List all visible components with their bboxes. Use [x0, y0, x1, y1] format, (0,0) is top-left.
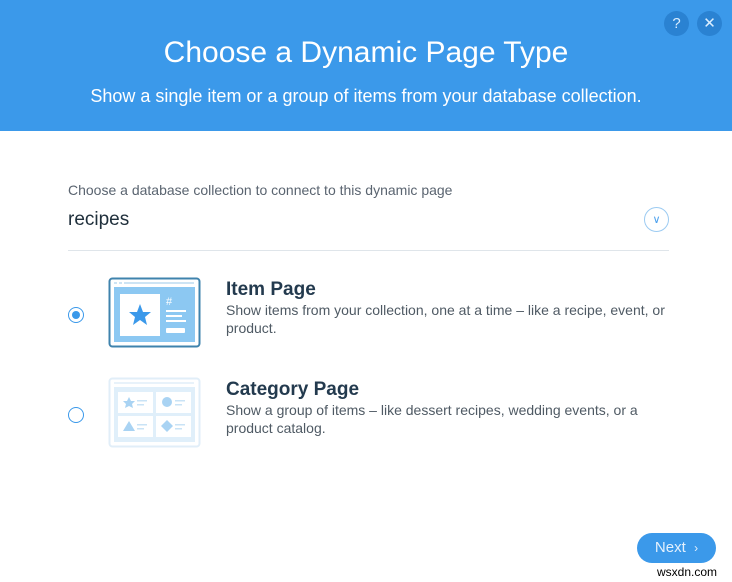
- item-page-radio[interactable]: [68, 307, 84, 323]
- collection-value: recipes: [68, 209, 130, 230]
- category-page-description: Show a group of items – like dessert rec…: [226, 402, 638, 436]
- collection-select[interactable]: recipes ∨: [68, 204, 669, 251]
- item-page-icon: #: [108, 277, 201, 348]
- category-page-title: Category Page: [226, 379, 360, 400]
- watermark: wsxdn.com: [657, 565, 718, 579]
- close-button[interactable]: ✕: [697, 11, 722, 36]
- chevron-right-icon: ›: [694, 541, 699, 555]
- next-label: Next: [654, 539, 686, 556]
- item-page-title: Item Page: [226, 279, 316, 300]
- category-page-icon: [108, 377, 201, 448]
- dialog-header: Choose a Dynamic Page Type Show a single…: [0, 0, 732, 131]
- option-item-page[interactable]: # Item Page Show items from your collect…: [60, 277, 680, 357]
- dialog-title: Choose a Dynamic Page Type: [163, 36, 569, 69]
- option-category-page[interactable]: Category Page Show a group of items – li…: [60, 377, 680, 457]
- help-button[interactable]: ?: [664, 11, 689, 36]
- next-button[interactable]: Next ›: [637, 533, 716, 563]
- collection-label: Choose a database collection to connect …: [68, 182, 453, 198]
- chevron-down-icon[interactable]: ∨: [644, 207, 669, 232]
- svg-text:#: #: [166, 296, 173, 308]
- item-page-description: Show items from your collection, one at …: [226, 302, 665, 336]
- category-page-radio[interactable]: [68, 407, 84, 423]
- dialog-subtitle: Show a single item or a group of items f…: [90, 86, 642, 106]
